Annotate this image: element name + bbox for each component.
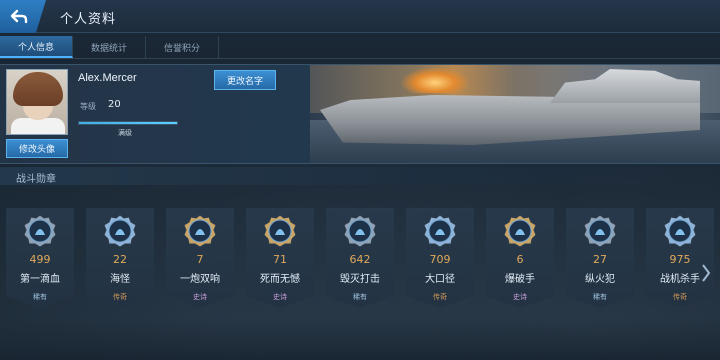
medal-card[interactable]: 7 一炮双响史诗 <box>166 208 234 308</box>
chevron-right-icon <box>702 264 711 282</box>
medal-rarity: 史诗 <box>273 293 287 301</box>
level-progress-bar <box>78 121 178 125</box>
medal-badge-icon <box>503 214 537 248</box>
username: Alex.Mercer <box>78 72 137 84</box>
tab-divider <box>0 58 720 59</box>
page-title: 个人资料 <box>60 12 117 27</box>
level-progress-fill <box>79 122 177 124</box>
medal-count: 499 <box>29 253 51 266</box>
section-title: 战斗勋章 <box>16 174 56 185</box>
level-max-text: 满级 <box>118 129 132 137</box>
avatar-body <box>11 118 65 134</box>
title-bar: 个人资料 <box>0 0 720 33</box>
medal-rarity: 史诗 <box>193 293 207 301</box>
avatar <box>6 69 68 135</box>
tab-statistics[interactable]: 数据统计 <box>73 36 146 58</box>
section-header: 战斗勋章 <box>0 167 720 185</box>
medal-card[interactable]: 975 战机杀手 传奇 <box>646 208 714 308</box>
tab-credit-score[interactable]: 信誉积分 <box>146 36 219 58</box>
medal-badge-icon <box>663 214 697 248</box>
medal-badge-icon <box>103 214 137 248</box>
medal-list: 499 第一滴血稀有 22 海怪传奇 7 一炮双响史诗 71 死而无憾史诗 642 毁灭打击稀有 7… <box>6 208 714 308</box>
medal-name: 海怪 <box>110 274 130 285</box>
medal-rarity: 稀有 <box>593 293 607 301</box>
medal-card[interactable]: 642 毁灭打击稀有 <box>326 208 394 308</box>
medal-card[interactable]: 22 海怪传奇 <box>86 208 154 308</box>
medal-count: 709 <box>429 253 451 266</box>
tab-bar: 个人信息 数据统计 信誉积分 <box>0 36 219 58</box>
medal-rarity: 传奇 <box>673 293 687 301</box>
medal-rarity: 传奇 <box>113 293 127 301</box>
battleship-banner <box>310 65 720 163</box>
medal-count: 27 <box>593 253 607 266</box>
medal-name: 毁灭打击 <box>340 274 380 285</box>
medal-card[interactable]: 27 纵火犯稀有 <box>566 208 634 308</box>
profile-card: 修改头像 Alex.Mercer 更改名字 等级 20 满级 <box>0 64 720 164</box>
back-button[interactable] <box>0 0 46 33</box>
medal-rarity: 传奇 <box>433 293 447 301</box>
medal-name: 大口径 <box>425 274 455 285</box>
change-name-button[interactable]: 更改名字 <box>214 70 276 90</box>
change-avatar-button[interactable]: 修改头像 <box>6 139 68 158</box>
medal-count: 7 <box>196 253 204 266</box>
medal-badge-icon <box>263 214 297 248</box>
banner-gunfire <box>400 67 470 93</box>
medal-count: 6 <box>516 253 524 266</box>
medal-badge-icon <box>23 214 57 248</box>
medal-card[interactable]: 6 爆破手史诗 <box>486 208 554 308</box>
medal-badge-icon <box>423 214 457 248</box>
medal-name: 纵火犯 <box>585 274 615 285</box>
bottom-fade <box>0 318 720 360</box>
medal-badge-icon <box>343 214 377 248</box>
medal-card[interactable]: 499 第一滴血稀有 <box>6 208 74 308</box>
medal-badge-icon <box>183 214 217 248</box>
medal-name: 死而无憾 <box>260 274 300 285</box>
avatar-hair <box>13 72 63 106</box>
tab-personal-info[interactable]: 个人信息 <box>0 36 73 58</box>
medal-count: 22 <box>113 253 127 266</box>
medal-count: 642 <box>349 253 371 266</box>
medal-rarity: 稀有 <box>353 293 367 301</box>
back-arrow-icon <box>10 9 28 23</box>
medal-name: 爆破手 <box>505 274 535 285</box>
medal-card[interactable]: 71 死而无憾史诗 <box>246 208 314 308</box>
medal-name: 第一滴血 <box>20 274 60 285</box>
medal-name: 一炮双响 <box>180 274 220 285</box>
medal-card[interactable]: 709 大口径传奇 <box>406 208 474 308</box>
scroll-right-icon[interactable] <box>700 262 712 284</box>
medal-count: 71 <box>273 253 287 266</box>
medal-rarity: 稀有 <box>33 293 47 301</box>
level-label: 等级 <box>80 102 96 111</box>
level-value: 20 <box>108 99 121 110</box>
medal-rarity: 史诗 <box>513 293 527 301</box>
medal-badge-icon <box>583 214 617 248</box>
